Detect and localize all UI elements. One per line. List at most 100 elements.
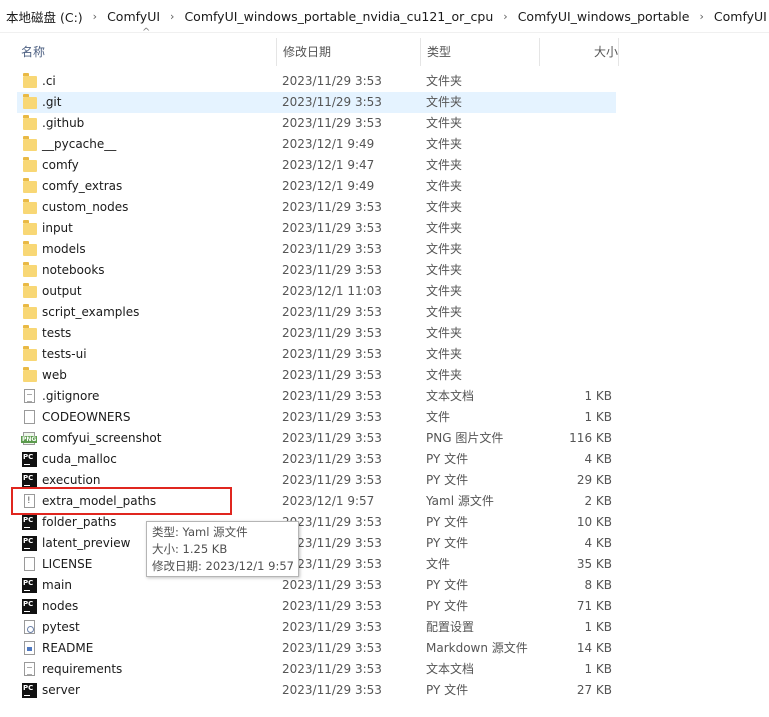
file-date: 2023/11/29 3:53 bbox=[282, 242, 382, 256]
breadcrumb-item[interactable]: ComfyUI bbox=[101, 9, 166, 24]
column-header-date[interactable]: 修改日期 bbox=[276, 38, 419, 66]
file-size: 4 KB bbox=[584, 536, 612, 550]
file-date: 2023/11/29 3:53 bbox=[282, 368, 382, 382]
file-row[interactable]: input 2023/11/29 3:53 文件夹 bbox=[0, 218, 769, 239]
file-name: cuda_malloc bbox=[42, 452, 117, 466]
yaml-file-icon bbox=[24, 491, 35, 512]
folder-icon bbox=[23, 262, 37, 277]
file-row[interactable]: comfyui_screenshot 2023/11/29 3:53 PNG 图片文… bbox=[0, 428, 769, 449]
chevron-right-icon[interactable]: › bbox=[89, 10, 101, 23]
file-row[interactable]: script_examples 2023/11/29 3:53 文件夹 bbox=[0, 302, 769, 323]
file-date: 2023/11/29 3:53 bbox=[282, 74, 382, 88]
png-image-icon bbox=[21, 431, 38, 446]
file-type: 文件夹 bbox=[426, 179, 463, 193]
folder-icon bbox=[23, 304, 37, 319]
tooltip-type: 类型: Yaml 源文件 bbox=[152, 525, 248, 539]
file-size: 1 KB bbox=[584, 389, 612, 403]
file-name: input bbox=[42, 221, 73, 235]
file-name: .gitignore bbox=[42, 389, 100, 403]
file-row[interactable]: extra_model_paths 2023/12/1 9:57 Yaml 源文件 2… bbox=[0, 491, 769, 512]
file-row[interactable]: notebooks 2023/11/29 3:53 文件夹 bbox=[0, 260, 769, 281]
file-row[interactable]: PC cuda_malloc 2023/11/29 3:53 PY 文件 4 KB bbox=[0, 449, 769, 470]
file-name: script_examples bbox=[42, 305, 140, 319]
file-name: web bbox=[42, 368, 67, 382]
file-date: 2023/12/1 11:03 bbox=[282, 284, 382, 298]
file-row[interactable]: pytest 2023/11/29 3:53 配置设置 1 KB bbox=[0, 617, 769, 638]
file-row[interactable]: LICENSE 2023/11/29 3:53 文件 35 KB bbox=[0, 554, 769, 575]
file-row[interactable]: README 2023/11/29 3:53 Markdown 源文件 14 KB bbox=[0, 638, 769, 659]
file-name: folder_paths bbox=[42, 515, 117, 529]
file-tooltip: 类型: Yaml 源文件 大小: 1.25 KB 修改日期: 2023/12/1… bbox=[146, 521, 299, 577]
folder-icon bbox=[23, 367, 37, 382]
file-name: server bbox=[42, 683, 80, 697]
python-file-icon: PC bbox=[22, 473, 37, 488]
file-date: 2023/11/29 3:53 bbox=[282, 641, 382, 655]
column-header-type[interactable]: 类型 bbox=[420, 38, 538, 66]
breadcrumb-item[interactable]: ComfyUI_windows_portable_nvidia_cu121_or… bbox=[178, 9, 499, 24]
file-name: execution bbox=[42, 473, 101, 487]
file-date: 2023/11/29 3:53 bbox=[282, 221, 382, 235]
file-date: 2023/11/29 3:53 bbox=[282, 263, 382, 277]
column-header-name[interactable]: 名称 bbox=[15, 38, 275, 66]
file-type: 文件夹 bbox=[426, 347, 463, 361]
file-type: 文件夹 bbox=[426, 221, 463, 235]
folder-icon bbox=[23, 325, 37, 340]
breadcrumb-item[interactable]: ComfyUI bbox=[708, 9, 769, 24]
file-row[interactable]: requirements 2023/11/29 3:53 文本文档 1 KB bbox=[0, 659, 769, 680]
file-row[interactable]: .ci 2023/11/29 3:53 文件夹 bbox=[0, 71, 769, 92]
file-type: 文件夹 bbox=[426, 116, 463, 130]
file-row[interactable]: custom_nodes 2023/11/29 3:53 文件夹 bbox=[0, 197, 769, 218]
file-row[interactable]: models 2023/11/29 3:53 文件夹 bbox=[0, 239, 769, 260]
file-row[interactable]: PC latent_preview 2023/11/29 3:53 PY 文件 4 KB bbox=[0, 533, 769, 554]
file-date: 2023/11/29 3:53 bbox=[282, 305, 382, 319]
file-date: 2023/11/29 3:53 bbox=[282, 116, 382, 130]
breadcrumb-item[interactable]: 本地磁盘 (C:) bbox=[0, 7, 89, 26]
file-date: 2023/11/29 3:53 bbox=[282, 620, 382, 634]
file-type: 文件夹 bbox=[426, 326, 463, 340]
file-size: 14 KB bbox=[576, 641, 612, 655]
file-row[interactable]: PC execution 2023/11/29 3:53 PY 文件 29 KB bbox=[0, 470, 769, 491]
text-file-icon bbox=[24, 662, 35, 676]
file-date: 2023/11/29 3:53 bbox=[282, 662, 382, 676]
file-size: 1 KB bbox=[584, 620, 612, 634]
file-row[interactable]: PC main 2023/11/29 3:53 PY 文件 8 KB bbox=[0, 575, 769, 596]
file-row[interactable]: PC folder_paths 2023/11/29 3:53 PY 文件 10 KB bbox=[0, 512, 769, 533]
file-date: 2023/11/29 3:53 bbox=[282, 473, 382, 487]
file-icon bbox=[24, 557, 35, 571]
python-file-icon: PC bbox=[22, 599, 37, 614]
file-row[interactable]: __pycache__ 2023/12/1 9:49 文件夹 bbox=[0, 134, 769, 155]
file-row[interactable]: comfy_extras 2023/12/1 9:49 文件夹 bbox=[0, 176, 769, 197]
file-type: 文件夹 bbox=[426, 200, 463, 214]
folder-icon bbox=[23, 94, 37, 109]
file-name: tests-ui bbox=[42, 347, 87, 361]
file-date: 2023/12/1 9:57 bbox=[282, 494, 375, 508]
file-name: latent_preview bbox=[42, 536, 131, 550]
file-type: 文件 bbox=[426, 557, 451, 571]
column-header-size[interactable]: 大小 bbox=[539, 38, 619, 66]
file-row[interactable]: .github 2023/11/29 3:53 文件夹 bbox=[0, 113, 769, 134]
file-date: 2023/11/29 3:53 bbox=[282, 389, 382, 403]
file-type: 文件夹 bbox=[426, 305, 463, 319]
chevron-right-icon[interactable]: › bbox=[166, 10, 178, 23]
file-row[interactable]: .gitignore 2023/11/29 3:53 文本文档 1 KB bbox=[0, 386, 769, 407]
chevron-right-icon[interactable]: › bbox=[499, 10, 511, 23]
file-name: .github bbox=[42, 116, 85, 130]
file-row[interactable]: output 2023/12/1 11:03 文件夹 bbox=[0, 281, 769, 302]
file-name: output bbox=[42, 284, 82, 298]
file-row[interactable]: PC server 2023/11/29 3:53 PY 文件 27 KB bbox=[0, 680, 769, 701]
file-row[interactable]: .git 2023/11/29 3:53 文件夹 bbox=[0, 92, 769, 113]
file-date: 2023/11/29 3:53 bbox=[282, 452, 382, 466]
file-row[interactable]: web 2023/11/29 3:53 文件夹 bbox=[0, 365, 769, 386]
file-row[interactable]: PC nodes 2023/11/29 3:53 PY 文件 71 KB bbox=[0, 596, 769, 617]
file-name: requirements bbox=[42, 662, 123, 676]
file-row[interactable]: tests-ui 2023/11/29 3:53 文件夹 bbox=[0, 344, 769, 365]
file-row[interactable]: CODEOWNERS 2023/11/29 3:53 文件 1 KB bbox=[0, 407, 769, 428]
file-type: 文件夹 bbox=[426, 284, 463, 298]
folder-icon bbox=[23, 220, 37, 235]
config-file-icon bbox=[24, 620, 35, 634]
file-row[interactable]: tests 2023/11/29 3:53 文件夹 bbox=[0, 323, 769, 344]
chevron-right-icon[interactable]: › bbox=[695, 10, 707, 23]
file-row[interactable]: comfy 2023/12/1 9:47 文件夹 bbox=[0, 155, 769, 176]
file-date: 2023/11/29 3:53 bbox=[282, 599, 382, 613]
breadcrumb-item[interactable]: ComfyUI_windows_portable bbox=[512, 9, 696, 24]
